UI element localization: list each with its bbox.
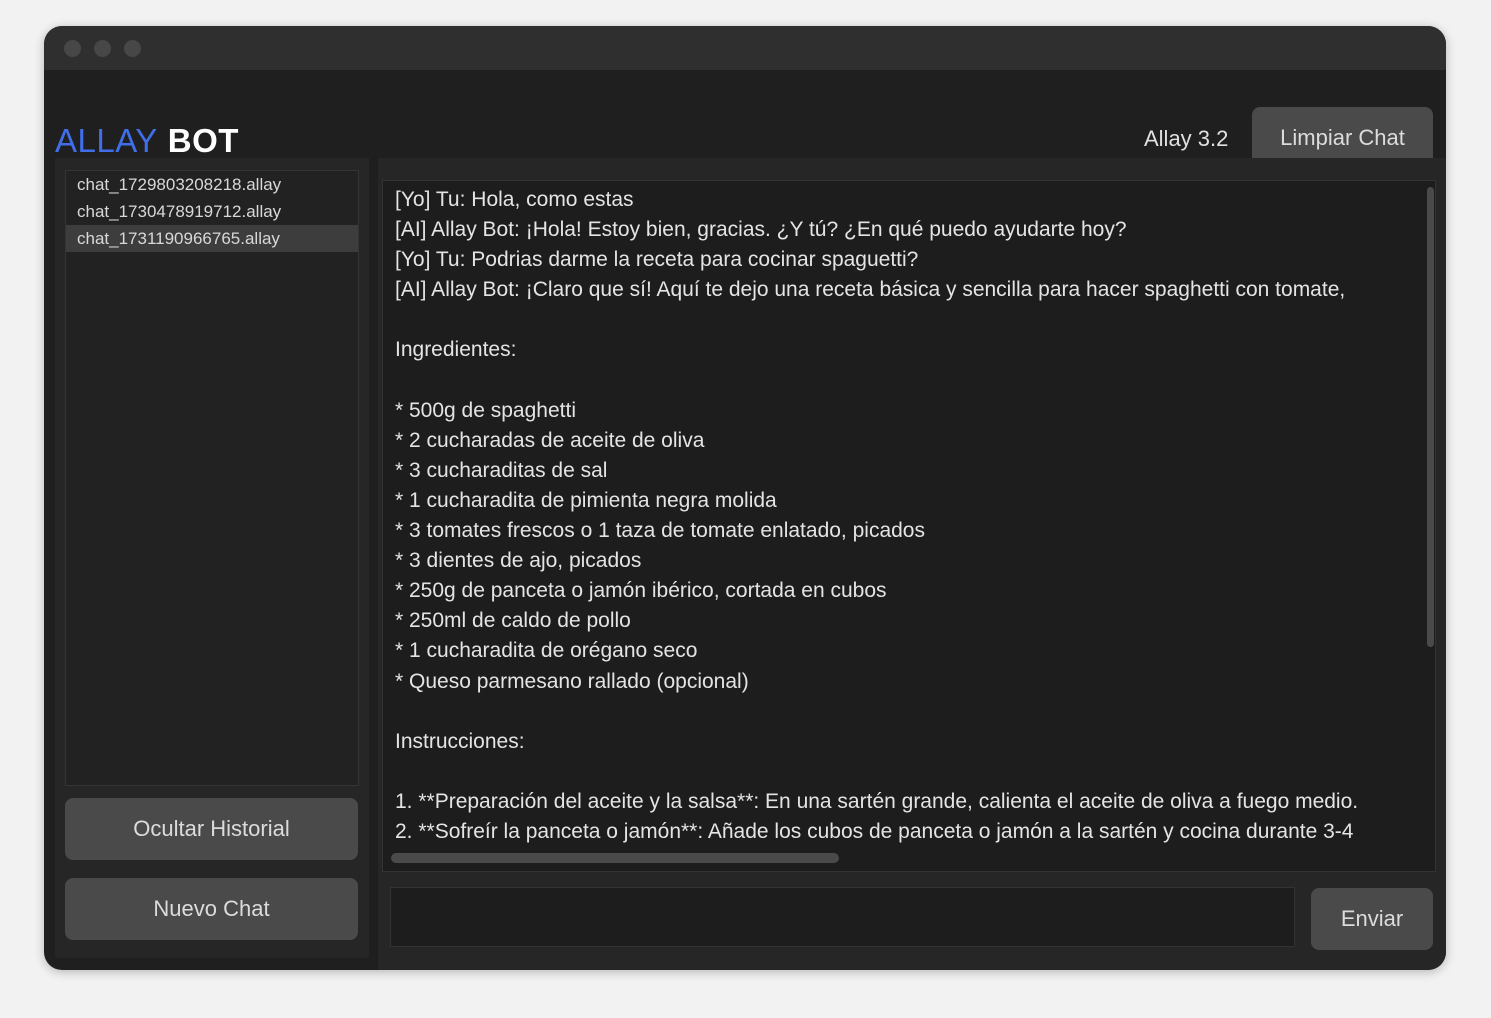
- chat-line: [AI] Allay Bot: ¡Hola! Estoy bien, graci…: [395, 218, 1127, 242]
- version-label: Allay 3.2: [1144, 126, 1229, 151]
- chat-line: * 1 cucharadita de pimienta negra molida: [395, 488, 777, 512]
- chat-line: 2. **Sofreír la panceta o jamón**: Añade…: [395, 819, 1354, 843]
- chat-line: Ingredientes:: [395, 338, 517, 362]
- chat-line: * 250g de panceta o jamón ibérico, corta…: [395, 579, 887, 603]
- chat-line: Instrucciones:: [395, 729, 525, 753]
- chat-line: * 2 cucharadas de aceite de oliva: [395, 428, 705, 452]
- history-item[interactable]: chat_1729803208218.allay: [66, 171, 358, 198]
- message-input[interactable]: [390, 887, 1295, 947]
- vertical-scrollbar[interactable]: [1427, 187, 1434, 647]
- history-item-selected[interactable]: chat_1731190966765.allay: [66, 225, 358, 252]
- app-window: ALLAY BOT Allay 3.2 Limpiar Chat chat_172…: [44, 26, 1446, 970]
- maximize-window-icon[interactable]: [124, 40, 141, 57]
- chat-line: [395, 305, 1425, 335]
- send-button[interactable]: Enviar: [1311, 888, 1433, 950]
- chat-line: 1. **Preparación del aceite y la salsa**…: [395, 789, 1359, 813]
- logo-allay: ALLAY: [55, 122, 158, 159]
- chat-line: * Queso parmesano rallado (opcional): [395, 669, 749, 693]
- chat-line: [395, 366, 1425, 396]
- new-chat-button[interactable]: Nuevo Chat: [65, 878, 358, 940]
- app-logo: ALLAY BOT: [55, 122, 239, 160]
- hide-history-button[interactable]: Ocultar Historial: [65, 798, 358, 860]
- close-window-icon[interactable]: [64, 40, 81, 57]
- logo-bot: BOT: [167, 122, 239, 159]
- chat-area: [Yo] Tu: Hola, como estas [AI] Allay Bot:…: [378, 158, 1446, 970]
- chat-line: * 3 cucharaditas de sal: [395, 458, 608, 482]
- chat-history-list[interactable]: chat_1729803208218.allay chat_1730478919…: [65, 170, 359, 786]
- chat-line: [Yo] Tu: Podrias darme la receta para co…: [395, 248, 919, 272]
- chat-line: * 3 dientes de ajo, picados: [395, 549, 642, 573]
- title-bar: [44, 26, 1446, 70]
- chat-transcript: [Yo] Tu: Hola, como estas [AI] Allay Bot:…: [395, 185, 1425, 847]
- chat-line: [Yo] Tu: Hola, como estas: [395, 188, 634, 211]
- sidebar: chat_1729803208218.allay chat_1730478919…: [55, 158, 369, 958]
- minimize-window-icon[interactable]: [94, 40, 111, 57]
- chat-line: * 500g de spaghetti: [395, 398, 576, 422]
- chat-line: * 1 cucharadita de orégano seco: [395, 639, 698, 663]
- chat-line: [395, 757, 1425, 787]
- chat-line: * 250ml de caldo de pollo: [395, 609, 631, 633]
- history-item[interactable]: chat_1730478919712.allay: [66, 198, 358, 225]
- chat-line: * 3 tomates frescos o 1 taza de tomate e…: [395, 519, 925, 543]
- chat-log[interactable]: [Yo] Tu: Hola, como estas [AI] Allay Bot:…: [382, 180, 1436, 872]
- chat-line: [395, 697, 1425, 727]
- horizontal-scrollbar[interactable]: [391, 853, 839, 863]
- chat-line: [AI] Allay Bot: ¡Claro que sí! Aquí te d…: [395, 278, 1346, 302]
